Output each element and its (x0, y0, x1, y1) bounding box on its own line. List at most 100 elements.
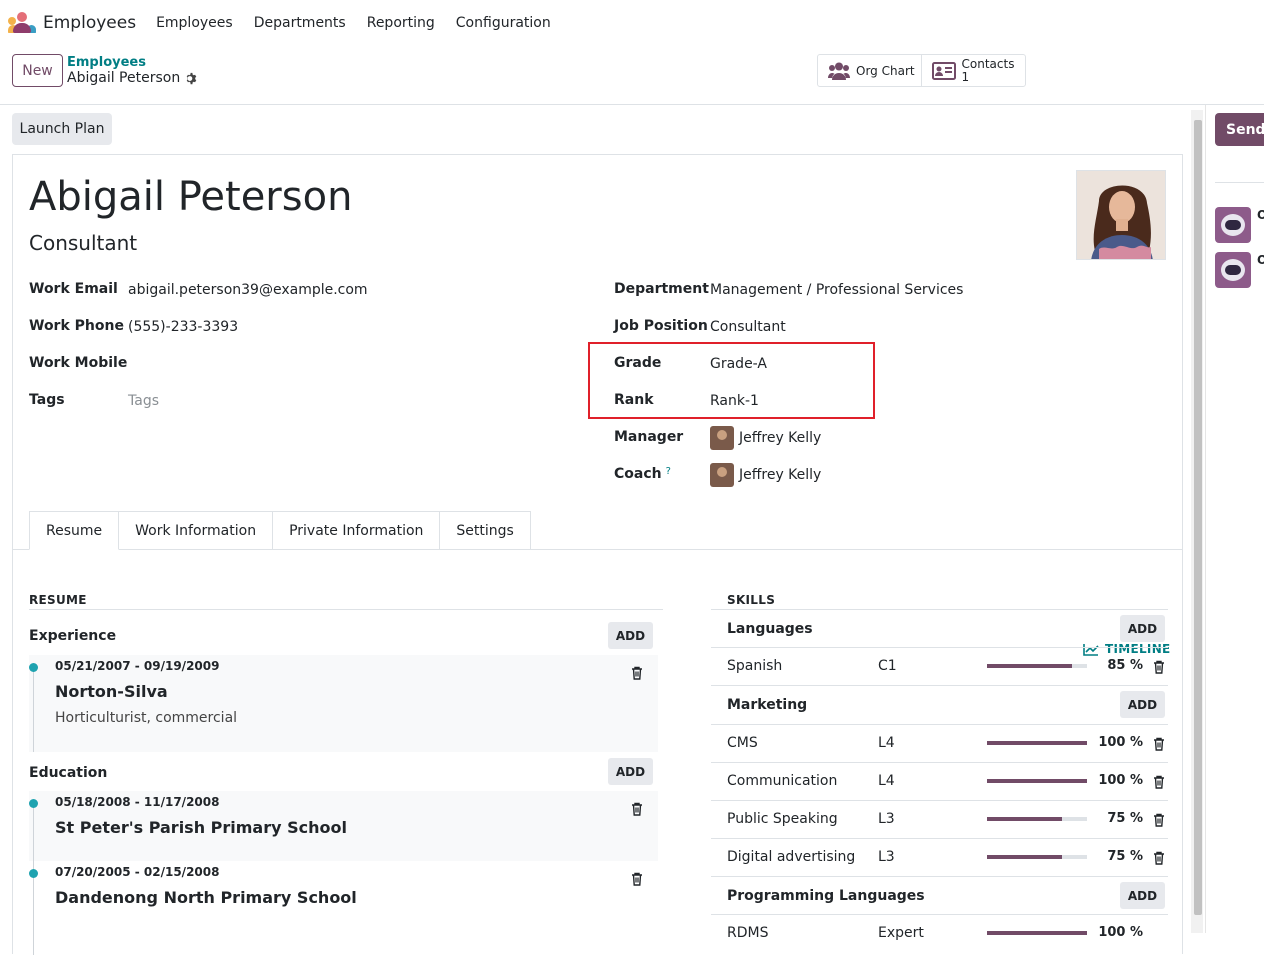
trash-icon[interactable] (1153, 851, 1165, 865)
education-add-button[interactable]: ADD (608, 758, 653, 785)
tab-resume[interactable]: Resume (29, 511, 120, 550)
tags-label: Tags (29, 392, 65, 408)
chatter-divider (1215, 182, 1264, 183)
experience-title: Norton-Silva (55, 682, 168, 701)
breadcrumb-employees[interactable]: Employees (67, 55, 146, 70)
contacts-label: Contacts (961, 56, 1015, 71)
highlight-box (588, 342, 875, 419)
coach-avatar (710, 463, 734, 487)
org-chart-button[interactable]: Org Chart (818, 55, 922, 86)
menu-reporting[interactable]: Reporting (367, 15, 435, 31)
skill-name: Communication (727, 773, 838, 789)
breadcrumb-current-label: Abigail Peterson (67, 70, 181, 86)
coach-label: Coach (614, 466, 662, 482)
department-label: Department (614, 281, 709, 297)
coach-field[interactable]: Jeffrey Kelly (710, 463, 821, 487)
skill-category-label: Languages (727, 621, 813, 637)
message-author[interactable]: O (1257, 208, 1264, 222)
skill-level: L4 (878, 735, 895, 751)
timeline-dot (29, 869, 38, 878)
tags-input[interactable]: Tags (128, 393, 159, 409)
chatter-panel: Send message O O (1205, 105, 1264, 933)
employee-name[interactable]: Abigail Peterson (29, 174, 352, 220)
contacts-count: 1 (961, 69, 970, 84)
tab-work-information[interactable]: Work Information (118, 511, 274, 550)
menu-departments[interactable]: Departments (254, 15, 346, 31)
skill-level: Expert (878, 925, 924, 941)
contacts-button[interactable]: Contacts 1 (922, 55, 1026, 86)
send-message-button[interactable]: Send message (1215, 113, 1264, 146)
tags-row: Tags (29, 392, 65, 408)
languages-add-button[interactable]: ADD (1120, 615, 1165, 642)
tab-private-information[interactable]: Private Information (272, 511, 441, 550)
employees-app-icon[interactable] (8, 12, 36, 34)
top-navbar: Employees Employees Departments Reportin… (0, 0, 1264, 46)
education-dates-1: 05/18/2008 - 11/17/2008 (55, 795, 220, 809)
smart-buttons: Org Chart Contacts 1 (817, 54, 1026, 87)
trash-icon[interactable] (1153, 813, 1165, 827)
skill-progress-bar (987, 931, 1087, 935)
launch-plan-button[interactable]: Launch Plan (12, 113, 112, 145)
tab-settings[interactable]: Settings (439, 511, 531, 550)
work-mobile-label: Work Mobile (29, 355, 128, 371)
work-phone-field[interactable]: (555)-233-3393 (128, 319, 238, 335)
skill-percent: 100 % (1098, 735, 1143, 750)
new-button[interactable]: New (12, 54, 63, 87)
trash-icon[interactable] (631, 872, 643, 886)
experience-add-button[interactable]: ADD (608, 622, 653, 649)
trash-icon[interactable] (631, 666, 643, 680)
skill-name: Digital advertising (727, 849, 856, 865)
skill-row-communication[interactable]: Communication L4 100 % (711, 762, 1168, 800)
trash-icon[interactable] (1153, 660, 1165, 674)
skill-percent: 85 % (1107, 658, 1143, 673)
work-email-field[interactable]: abigail.peterson39@example.com (128, 282, 368, 298)
address-card-icon (931, 61, 956, 80)
coach-help-icon[interactable]: ? (666, 466, 671, 477)
skill-name: Spanish (727, 658, 783, 674)
message-author[interactable]: O (1257, 253, 1264, 267)
employee-photo[interactable] (1076, 170, 1166, 260)
form-view: Launch Plan Abigail Peterson Consultant … (0, 105, 1205, 955)
skill-category-programming: Programming Languages ADD (711, 876, 1168, 914)
coach-row: Coach ? (614, 466, 671, 482)
skill-progress-bar (987, 664, 1087, 668)
skill-category-label: Programming Languages (727, 888, 925, 904)
trash-icon[interactable] (631, 802, 643, 816)
skill-level: L3 (878, 849, 895, 865)
skill-level: C1 (878, 658, 897, 674)
skill-row-spanish[interactable]: Spanish C1 85 % (711, 647, 1168, 685)
menu-employees[interactable]: Employees (156, 15, 233, 31)
job-position-row: Job Position (614, 318, 708, 334)
education-title-1: St Peter's Parish Primary School (55, 818, 347, 837)
form-scrollbar-thumb[interactable] (1194, 120, 1202, 915)
employee-job-title[interactable]: Consultant (29, 231, 137, 255)
odoobot-avatar[interactable] (1215, 207, 1251, 243)
skill-percent: 75 % (1107, 849, 1143, 864)
app-name[interactable]: Employees (43, 13, 136, 33)
trash-icon[interactable] (1153, 737, 1165, 751)
timeline-line (33, 668, 34, 752)
skill-percent: 100 % (1098, 773, 1143, 788)
timeline-dot (29, 799, 38, 808)
skill-category-marketing: Marketing ADD (711, 685, 1168, 723)
odoobot-avatar[interactable] (1215, 252, 1251, 288)
programming-add-button[interactable]: ADD (1120, 882, 1165, 909)
marketing-add-button[interactable]: ADD (1120, 691, 1165, 718)
work-mobile-field[interactable] (128, 356, 428, 374)
experience-dates: 05/21/2007 - 09/19/2009 (55, 659, 220, 673)
department-field[interactable]: Management / Professional Services (710, 282, 963, 298)
education-title-2: Dandenong North Primary School (55, 888, 357, 907)
trash-icon[interactable] (1153, 775, 1165, 789)
menu-configuration[interactable]: Configuration (456, 15, 551, 31)
work-email-label: Work Email (29, 281, 118, 297)
skill-row-digital-advertising[interactable]: Digital advertising L3 75 % (711, 838, 1168, 876)
org-chart-label: Org Chart (856, 63, 915, 78)
timeline-line (33, 804, 34, 955)
skill-row-public-speaking[interactable]: Public Speaking L3 75 % (711, 800, 1168, 838)
skill-row-cms[interactable]: CMS L4 100 % (711, 724, 1168, 762)
manager-field[interactable]: Jeffrey Kelly (710, 426, 821, 450)
skill-level: L4 (878, 773, 895, 789)
job-position-field[interactable]: Consultant (710, 319, 786, 335)
skill-row-rdms[interactable]: RDMS Expert 100 % (711, 914, 1168, 952)
gear-icon[interactable] (185, 72, 198, 85)
